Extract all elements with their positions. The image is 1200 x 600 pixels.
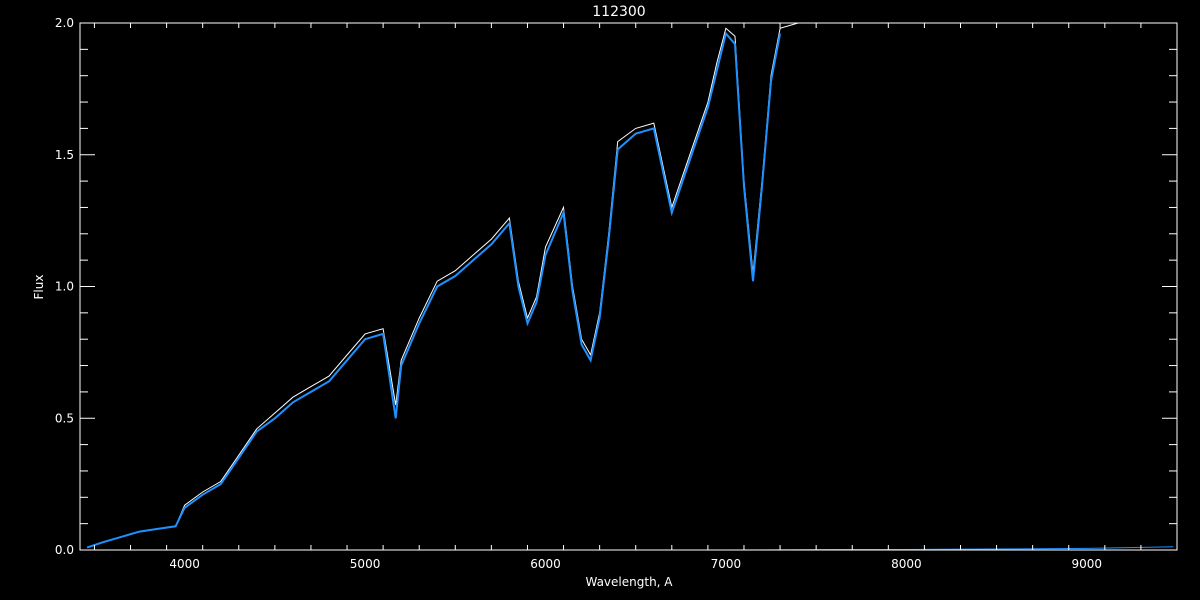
chart-title: 112300 [592, 4, 645, 20]
spectrum-chart: 4000 5000 6000 7000 8000 90000.00.51.01.52.0 … [0, 0, 1200, 600]
y-tick-label: 1.5 [55, 148, 74, 162]
y-tick-label: 1.0 [55, 280, 74, 294]
x-tick-label: 8000 [891, 557, 922, 571]
y-tick-label: 0.0 [55, 543, 74, 557]
x-axis-label: Wavelength, A [585, 575, 673, 589]
chart-background [0, 0, 1200, 600]
x-tick-label: 5000 [350, 557, 381, 571]
y-tick-label: 2.0 [55, 16, 74, 30]
y-tick-label: 0.5 [55, 411, 74, 425]
x-tick-label: 7000 [711, 557, 742, 571]
x-tick-label: 9000 [1072, 557, 1103, 571]
y-axis-label: Flux [32, 275, 46, 300]
x-tick-label: 4000 [169, 557, 200, 571]
x-tick-label: 6000 [530, 557, 561, 571]
